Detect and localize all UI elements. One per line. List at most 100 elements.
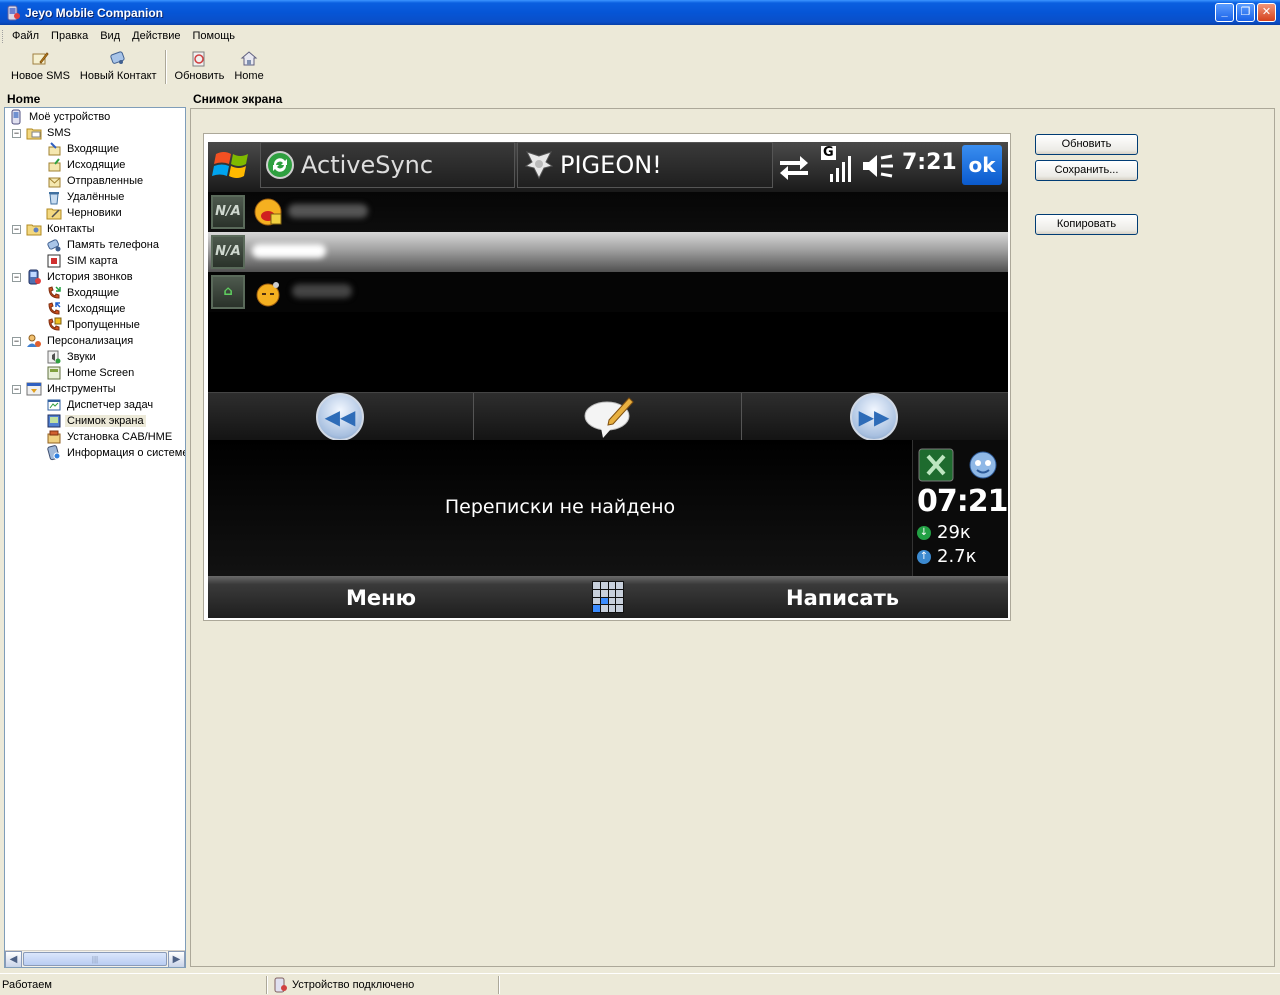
tree-item-sms-drafts[interactable]: Черновики [46, 205, 124, 221]
pigeon-icon [524, 151, 554, 180]
device-status-label: Устройство подключено [292, 979, 415, 991]
home-toolbar-button[interactable]: Home [229, 46, 268, 82]
sent-icon [48, 177, 61, 188]
tree-item-contacts[interactable]: Контакты [26, 221, 97, 237]
home-icon [240, 51, 258, 66]
phone-tab2-label: PIGEON! [560, 151, 662, 179]
window-title: Jeyo Mobile Companion [25, 5, 164, 20]
menu-edit[interactable]: Правка [45, 28, 94, 44]
refresh-icon [192, 51, 205, 67]
app-icon [7, 5, 20, 20]
scrollbar-thumb[interactable]: ||| [23, 952, 167, 966]
tree-item-call-history[interactable]: История звонков [26, 269, 135, 285]
tree-item-phone-memory[interactable]: Память телефона [46, 237, 161, 253]
tree-label-sim-card: SIM карта [67, 255, 118, 267]
emoticon-sleepy-icon [256, 282, 280, 307]
personalization-expander[interactable]: − [12, 337, 21, 346]
phone-tab-pigeon: PIGEON! [517, 142, 773, 188]
tree-item-task-manager[interactable]: Диспетчер задач [46, 397, 155, 413]
tree-item-my-device[interactable]: Моё устройство [8, 109, 112, 125]
contacts-expander[interactable]: − [12, 225, 21, 234]
title-bar: Jeyo Mobile Companion _ ❐ ✕ [0, 0, 1280, 25]
tree-item-sim-card[interactable]: SIM карта [46, 253, 120, 269]
tree-label-calls-outgoing: Исходящие [67, 303, 126, 315]
new-contact-label: Новый Контакт [79, 70, 157, 82]
new-contact-button[interactable]: Новый Контакт [75, 46, 162, 82]
tree-item-sms-outbox[interactable]: Исходящие [46, 157, 127, 173]
scroll-right-icon[interactable]: ▶ [168, 951, 185, 967]
status-widget: 07:21 ↓ 29к ↑ 2.7к [912, 440, 1008, 576]
tree-item-sms-sent[interactable]: Отправленные [46, 173, 145, 189]
home-screen-icon [47, 366, 61, 380]
menu-help[interactable]: Помощь [186, 28, 241, 44]
tree-label-sms: SMS [47, 127, 71, 139]
cab-install-icon [47, 430, 61, 444]
close-button[interactable]: ✕ [1257, 3, 1276, 22]
home-toolbar-label: Home [234, 70, 264, 82]
blurred-contact-name-3 [292, 284, 352, 298]
scroll-left-icon[interactable]: ◀ [5, 951, 22, 967]
tree-label-calls-missed: Пропущенные [67, 319, 140, 331]
screenshot-icon [47, 414, 61, 428]
sim-card-icon [47, 254, 61, 268]
tree-label-sms-inbox: Входящие [67, 143, 120, 155]
tree-item-calls-incoming[interactable]: Входящие [46, 285, 121, 301]
tree-item-sms[interactable]: SMS [26, 125, 73, 141]
contacts-folder-icon [26, 224, 42, 236]
upload-value: 2.7к [937, 546, 977, 567]
tree-item-system-info[interactable]: Информация о системе [46, 445, 186, 461]
blurred-contact-name-2 [252, 244, 326, 258]
tree-label-tools: Инструменты [47, 383, 116, 395]
drafts-icon [46, 208, 62, 220]
new-contact-icon [110, 51, 125, 64]
tree-item-calls-missed[interactable]: Пропущенные [46, 317, 142, 333]
phone-tab1-label: ActiveSync [301, 151, 434, 179]
deleted-icon [49, 192, 59, 205]
tools-expander[interactable]: − [12, 385, 21, 394]
menu-file[interactable]: Файл [6, 28, 45, 44]
download-stat: ↓ 29к [917, 522, 971, 543]
tree-item-screenshot[interactable]: Снимок экрана [46, 413, 146, 429]
restore-button[interactable]: ❐ [1236, 3, 1255, 22]
tree-label-cab-install: Установка CAB/HME [67, 431, 173, 443]
call-history-expander[interactable]: − [12, 273, 21, 282]
menu-bar: Файл Правка Вид Действие Помощь [0, 25, 1280, 46]
new-sms-button[interactable]: Новое SMS [6, 46, 75, 82]
nav-divider-1 [473, 393, 474, 441]
tree-item-personalization[interactable]: Персонализация [26, 333, 135, 349]
upload-arrow-icon: ↑ [917, 549, 931, 564]
tree-item-sms-inbox[interactable]: Входящие [46, 141, 121, 157]
copy-button[interactable]: Копировать [1035, 214, 1138, 235]
upload-stat: ↑ 2.7к [917, 546, 977, 567]
menu-view[interactable]: Вид [94, 28, 126, 44]
sms-folder-icon [26, 128, 42, 140]
page-title: Снимок экрана [193, 92, 283, 106]
fast-forward-icon: ▶▶ [850, 393, 898, 441]
tree-label-system-info: Информация о системе [67, 447, 186, 459]
minimize-button[interactable]: _ [1215, 3, 1234, 22]
new-sms-icon [32, 52, 50, 65]
blurred-contact-name-1 [288, 204, 368, 218]
sms-expander[interactable]: − [12, 129, 21, 138]
tree-item-sms-deleted[interactable]: Удалённые [46, 189, 126, 205]
tree-item-tools[interactable]: Инструменты [26, 381, 118, 397]
tree-item-cab-install[interactable]: Установка CAB/HME [46, 429, 174, 445]
signal-strength-icon [830, 156, 851, 182]
tree-item-sounds[interactable]: Звуки [46, 349, 98, 365]
left-panel-title: Home [7, 92, 41, 106]
phone-tab-activesync: ActiveSync [260, 142, 515, 188]
task-manager-icon [47, 399, 61, 411]
widget-clock: 07:21 [917, 484, 1008, 519]
keyboard-grid-icon [592, 581, 624, 613]
conversation-area: Переписки не найдено [208, 440, 912, 576]
personalization-icon [27, 334, 41, 347]
tree-item-calls-outgoing[interactable]: Исходящие [46, 301, 127, 317]
tree-item-home-screen[interactable]: Home Screen [46, 365, 136, 381]
na-badge-1: N/A [211, 195, 245, 229]
refresh-toolbar-button[interactable]: Обновить [170, 46, 230, 82]
tree-horizontal-scrollbar[interactable]: ◀ ||| ▶ [5, 950, 185, 967]
menu-action[interactable]: Действие [126, 28, 186, 44]
save-button[interactable]: Сохранить... [1035, 160, 1138, 181]
screenshot-panel: ActiveSync PIGEON! G 7:21 ok N/A N/A ⌂ ◀… [190, 108, 1275, 967]
refresh-button[interactable]: Обновить [1035, 134, 1138, 155]
